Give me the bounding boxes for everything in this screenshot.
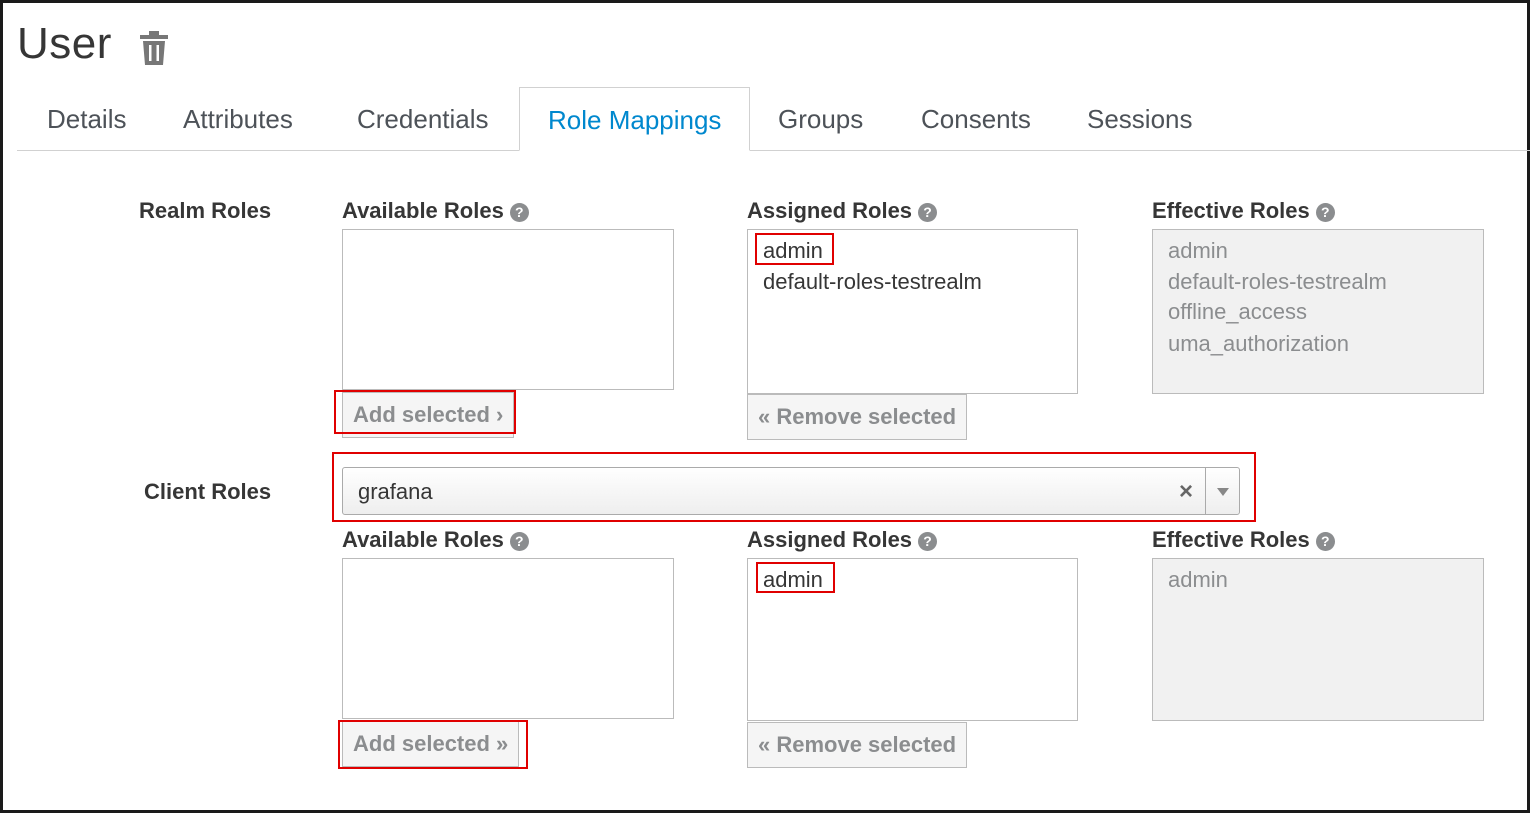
client-effective-roles-title: Effective Roles — [1152, 527, 1310, 552]
dropdown-toggle[interactable] — [1205, 468, 1239, 514]
list-item[interactable]: admin — [763, 238, 823, 264]
tab-consents[interactable]: Consents — [893, 87, 1059, 151]
list-item: admin — [1168, 567, 1228, 592]
chevron-down-icon — [1217, 488, 1229, 496]
list-item[interactable]: default-roles-testrealm — [763, 269, 982, 295]
help-icon[interactable]: ? — [918, 203, 938, 222]
realm-available-roles-header: Available Roles? — [342, 198, 529, 224]
list-item[interactable]: admin — [763, 567, 823, 593]
client-effective-roles-list: admin — [1152, 558, 1484, 721]
realm-effective-roles-title: Effective Roles — [1152, 198, 1310, 223]
realm-roles-label: Realm Roles — [139, 198, 272, 223]
tab-sessions[interactable]: Sessions — [1059, 87, 1221, 151]
realm-add-selected-button[interactable]: Add selected › — [342, 392, 515, 438]
help-icon[interactable]: ? — [1315, 532, 1335, 551]
user-role-mappings-page: User Details Attributes Credentials Role… — [0, 0, 1530, 813]
client-effective-roles-header: Effective Roles? — [1152, 527, 1335, 553]
client-available-roles-header: Available Roles? — [342, 527, 529, 553]
trash-icon[interactable] — [139, 30, 169, 66]
tab-groups[interactable]: Groups — [750, 87, 891, 151]
tab-details[interactable]: Details — [19, 87, 154, 151]
realm-effective-roles-list: admin default-roles-testrealm offline_ac… — [1152, 229, 1484, 394]
realm-assigned-roles-title: Assigned Roles — [747, 198, 913, 223]
client-available-roles-list[interactable] — [342, 558, 674, 719]
clear-icon[interactable]: × — [1179, 468, 1193, 516]
client-select-value: grafana — [358, 479, 433, 504]
list-item: default-roles-testrealm — [1168, 269, 1387, 294]
list-item: admin — [1168, 238, 1228, 263]
client-remove-selected-button[interactable]: « Remove selected — [747, 722, 968, 768]
help-icon[interactable]: ? — [1315, 203, 1335, 222]
list-item: offline_access — [1168, 299, 1308, 324]
client-select[interactable]: grafana × — [342, 467, 1240, 515]
realm-remove-selected-button[interactable]: « Remove selected — [747, 394, 968, 440]
list-item: uma_authorization — [1168, 331, 1350, 356]
help-icon[interactable]: ? — [509, 203, 529, 222]
realm-available-roles-list[interactable] — [342, 229, 674, 390]
client-assigned-roles-title: Assigned Roles — [747, 527, 913, 552]
page-title: User — [17, 19, 112, 68]
tab-attributes[interactable]: Attributes — [155, 87, 321, 151]
tab-bar: Details Attributes Credentials Role Mapp… — [17, 87, 1530, 151]
client-available-roles-title: Available Roles — [342, 527, 504, 552]
client-assigned-roles-header: Assigned Roles? — [747, 527, 938, 553]
client-add-selected-button[interactable]: Add selected » — [342, 721, 520, 767]
client-roles-label: Client Roles — [144, 479, 272, 504]
realm-assigned-roles-list[interactable]: admin default-roles-testrealm — [747, 229, 1078, 394]
help-icon[interactable]: ? — [918, 532, 938, 551]
tab-role-mappings[interactable]: Role Mappings — [519, 87, 751, 151]
help-icon[interactable]: ? — [509, 532, 529, 551]
realm-available-roles-title: Available Roles — [342, 198, 504, 223]
tab-credentials[interactable]: Credentials — [329, 87, 517, 151]
realm-effective-roles-header: Effective Roles? — [1152, 198, 1335, 224]
realm-assigned-roles-header: Assigned Roles? — [747, 198, 938, 224]
client-assigned-roles-list[interactable]: admin — [747, 558, 1078, 721]
